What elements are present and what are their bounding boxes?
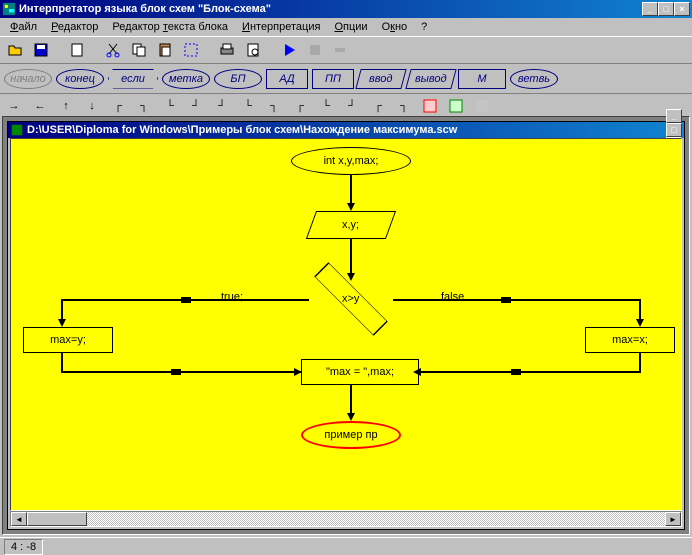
flowchart-canvas[interactable]: int x,y,max; x,y; x>y true; false (10, 138, 682, 511)
shape-palette: начало конец если метка БП АД ПП ввод вы… (0, 63, 692, 93)
menu-file[interactable]: ФФайлайл (4, 20, 43, 34)
mdi-area: D:\USER\Diploma for Windows\Примеры блок… (2, 116, 690, 535)
node-maxy[interactable]: max=y; (23, 327, 113, 353)
arrow-right[interactable]: → (6, 98, 22, 114)
child-minimize[interactable]: _ (666, 109, 682, 123)
label-false: false (441, 291, 464, 303)
stop-button[interactable] (304, 39, 326, 61)
minimize-button[interactable]: _ (642, 2, 658, 16)
save-button[interactable] (30, 39, 52, 61)
child-titlebar: D:\USER\Diploma for Windows\Примеры блок… (8, 122, 684, 138)
open-button[interactable] (4, 39, 26, 61)
print-button[interactable] (216, 39, 238, 61)
toolbar (0, 36, 692, 63)
arrow-dl[interactable]: └ (240, 98, 256, 114)
cut-button[interactable] (102, 39, 124, 61)
shape-start[interactable]: начало (4, 69, 52, 89)
arrow-ur[interactable]: ┐ (266, 98, 282, 114)
menu-help[interactable]: ? (415, 20, 433, 34)
menu-window[interactable]: Окно (376, 20, 414, 34)
arrow-dr[interactable]: ┘ (214, 98, 230, 114)
title-text: Интерпретатор языка блок схем "Блок-схем… (19, 3, 642, 15)
shape-input[interactable]: ввод (355, 69, 406, 89)
arrow-v1[interactable]: └ (318, 98, 334, 114)
shape-ad[interactable]: АД (266, 69, 308, 89)
arrow-up[interactable]: ↑ (58, 98, 74, 114)
close-button[interactable]: × (674, 2, 690, 16)
run-button[interactable] (278, 39, 300, 61)
child-title: D:\USER\Diploma for Windows\Примеры блок… (27, 124, 666, 136)
node-maxx[interactable]: max=x; (585, 327, 675, 353)
node-end[interactable]: пример пр (301, 421, 401, 449)
arrow-palette: → ← ↑ ↓ ┌ ┐ └ ┘ ┘ └ ┐ ┌ └ ┘ ┌ ┐ (0, 93, 692, 117)
doc-icon (10, 123, 24, 137)
arrow-ul[interactable]: ┌ (292, 98, 308, 114)
status-coords: 4 : -8 (4, 539, 43, 555)
new-button[interactable] (66, 39, 88, 61)
shape-bp[interactable]: БП (214, 69, 262, 89)
scroll-left-button[interactable]: ◄ (11, 512, 27, 526)
scroll-right-button[interactable]: ► (665, 512, 681, 526)
step-button[interactable] (330, 39, 352, 61)
node-input[interactable]: x,y; (306, 211, 396, 239)
child-maximize[interactable]: □ (666, 123, 682, 137)
tool-a[interactable] (422, 98, 438, 114)
arrow-v2[interactable]: ┘ (344, 98, 360, 114)
shape-if[interactable]: если (108, 69, 158, 89)
menu-editor[interactable]: Редактор (45, 20, 104, 34)
menubar: ФФайлайл Редактор Редактор текста блока … (0, 18, 692, 36)
horizontal-scrollbar[interactable]: ◄ ► (10, 511, 682, 527)
shape-label[interactable]: метка (162, 69, 210, 89)
shape-end[interactable]: конец (56, 69, 104, 89)
tool-c[interactable] (474, 98, 490, 114)
paste-button[interactable] (154, 39, 176, 61)
menu-options[interactable]: Опции (328, 20, 373, 34)
select-all-button[interactable] (180, 39, 202, 61)
arrow-v3[interactable]: ┌ (370, 98, 386, 114)
shape-pp[interactable]: ПП (312, 69, 354, 89)
scroll-thumb[interactable] (27, 512, 87, 526)
label-true: true; (221, 291, 243, 303)
arrow-v4[interactable]: ┐ (396, 98, 412, 114)
arrow-ru[interactable]: └ (162, 98, 178, 114)
main-titlebar: Интерпретатор языка блок схем "Блок-схем… (0, 0, 692, 18)
arrow-lu[interactable]: ┘ (188, 98, 204, 114)
node-output[interactable]: "max = ",max; (301, 359, 419, 385)
shape-m[interactable]: М (458, 69, 506, 89)
menu-text-editor[interactable]: Редактор текста блока (106, 20, 234, 34)
child-window: D:\USER\Diploma for Windows\Примеры блок… (7, 121, 685, 530)
shape-output[interactable]: вывод (405, 69, 456, 89)
app-icon (2, 2, 16, 16)
menu-interpret[interactable]: Интерпретация (236, 20, 326, 34)
arrow-ld[interactable]: ┐ (136, 98, 152, 114)
statusbar: 4 : -8 (0, 537, 692, 555)
arrow-left[interactable]: ← (32, 98, 48, 114)
tool-b[interactable] (448, 98, 464, 114)
maximize-button[interactable]: □ (658, 2, 674, 16)
copy-button[interactable] (128, 39, 150, 61)
arrow-rd[interactable]: ┌ (110, 98, 126, 114)
node-declare[interactable]: int x,y,max; (291, 147, 411, 175)
preview-button[interactable] (242, 39, 264, 61)
shape-branch[interactable]: ветвь (510, 69, 558, 89)
arrow-down[interactable]: ↓ (84, 98, 100, 114)
